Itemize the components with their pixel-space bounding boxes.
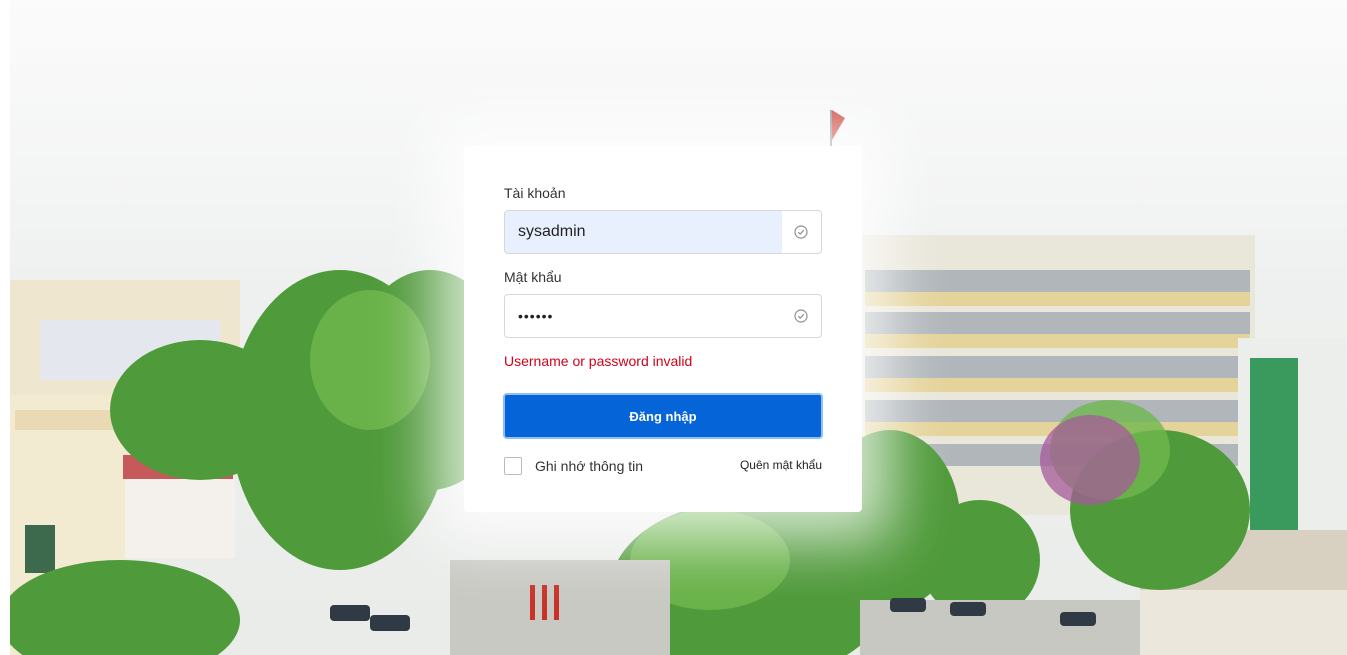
password-field-wrapper (504, 294, 822, 338)
remember-me[interactable]: Ghi nhớ thông tin (504, 456, 643, 476)
forgot-password-link[interactable]: Quên mật khẩu (740, 458, 822, 472)
error-message: Username or password invalid (504, 353, 693, 369)
username-field-wrapper (504, 210, 822, 254)
check-circle-icon (794, 309, 808, 323)
remember-label[interactable]: Ghi nhớ thông tin (535, 458, 643, 474)
password-input[interactable] (505, 295, 782, 337)
password-label: Mật khẩu (504, 269, 562, 285)
check-circle-icon (794, 225, 808, 239)
username-input[interactable] (505, 211, 782, 253)
username-label: Tài khoản (504, 185, 566, 201)
login-button[interactable]: Đăng nhập (503, 393, 823, 439)
login-card: Tài khoản Mật khẩu Username or password … (464, 146, 862, 512)
remember-checkbox[interactable] (504, 457, 522, 475)
login-page: Tài khoản Mật khẩu Username or password … (0, 0, 1347, 655)
